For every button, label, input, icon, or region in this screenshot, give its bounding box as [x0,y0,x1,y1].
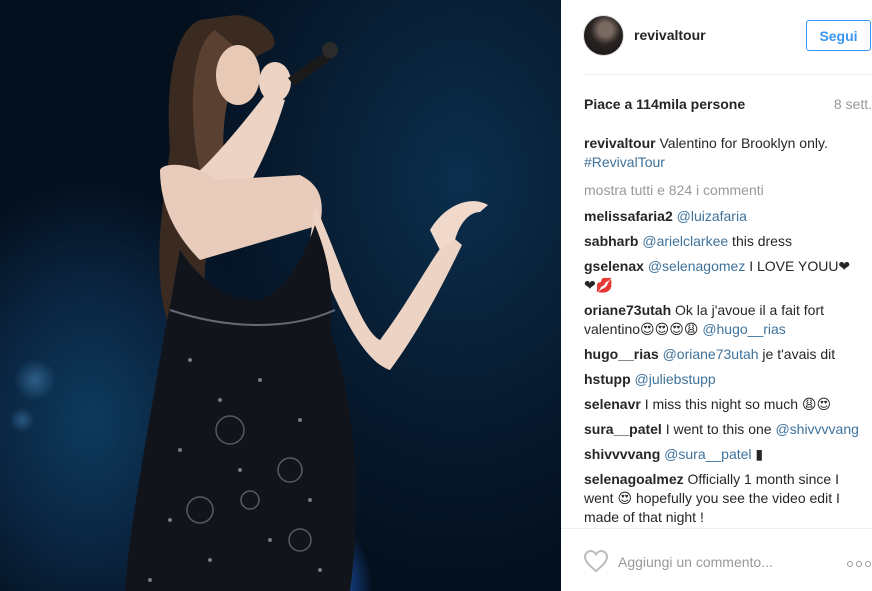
comment-item: shivvvvang @sura__patel ▮ [584,445,860,464]
comment-item: selenavr I miss this night so much 😩😍 [584,395,860,414]
heart-icon[interactable] [583,549,609,573]
comment-mention[interactable]: @luizafaria [677,208,747,224]
follow-button[interactable]: Segui [806,20,871,51]
caption-text: Valentino for Brooklyn only. [655,135,828,151]
comments-list[interactable]: revivaltour Valentino for Brooklyn only.… [584,134,860,525]
post-header: revivaltour Segui [561,0,872,74]
comment-text: ▮ [751,446,764,462]
header-divider [583,74,872,75]
comment-item: hugo__rias @oriane73utah je t'avais dit [584,345,860,364]
comment-item: oriane73utah Ok la j'avoue il a fait for… [584,301,860,339]
caption-hashtag[interactable]: #RevivalTour [584,154,665,170]
comment-bar [561,528,872,591]
caption-username[interactable]: revivaltour [584,135,656,151]
comment-mention[interactable]: @shivvvvang [775,421,858,437]
comment-item: sabharb @arielclarkee this dress [584,232,860,251]
post-username[interactable]: revivaltour [634,27,706,43]
likes-count[interactable]: Piace a 114mila persone [584,96,745,112]
comment-username[interactable]: shivvvvang [584,446,660,462]
dot-icon [865,561,871,567]
post-details-panel: revivaltour Segui Piace a 114mila person… [561,0,872,591]
comment-item: sura__patel I went to this one @shivvvva… [584,420,860,439]
comment-mention[interactable]: @selenagomez [648,258,746,274]
comment-username[interactable]: hstupp [584,371,631,387]
comment-mention[interactable]: @hugo__rias [702,321,786,337]
comment-username[interactable]: melissafaria2 [584,208,673,224]
comment-username[interactable]: sura__patel [584,421,662,437]
comment-mention[interactable]: @sura__patel [664,446,751,462]
caption: revivaltour Valentino for Brooklyn only.… [584,134,860,172]
comment-mention[interactable]: @juliebstupp [635,371,716,387]
comment-username[interactable]: selenagoalmez [584,471,684,487]
more-options-icon[interactable] [847,561,871,567]
comment-text: I went to this one [661,421,776,437]
comment-text: je t'avais dit [758,346,836,362]
avatar[interactable] [583,15,624,56]
comment-item: hstupp @juliebstupp [584,370,860,389]
singer-photo-illustration [125,15,488,591]
post-time[interactable]: 8 sett. [834,96,872,112]
comment-item: gselenax @selenagomez I LOVE YOUU❤❤💋 [584,257,860,295]
show-all-comments-link[interactable]: mostra tutti e 824 i commenti [584,181,860,200]
add-comment-input[interactable] [618,551,818,573]
likes-row: Piace a 114mila persone 8 sett. [584,96,872,112]
dot-icon [847,561,853,567]
comment-text: this dress [728,233,792,249]
comment-username[interactable]: oriane73utah [584,302,671,318]
comment-username[interactable]: hugo__rias [584,346,659,362]
post-photo[interactable] [0,0,561,591]
comment-username[interactable]: selenavr [584,396,641,412]
comment-item: melissafaria2 @luizafaria [584,207,860,226]
comment-mention[interactable]: @oriane73utah [663,346,759,362]
comment-username[interactable]: gselenax [584,258,644,274]
dot-icon [856,561,862,567]
comment-username[interactable]: sabharb [584,233,638,249]
comment-item: selenagoalmez Officially 1 month since I… [584,470,860,525]
comment-text: I miss this night so much 😩😍 [640,396,832,412]
comment-mention[interactable]: @arielclarkee [642,233,728,249]
